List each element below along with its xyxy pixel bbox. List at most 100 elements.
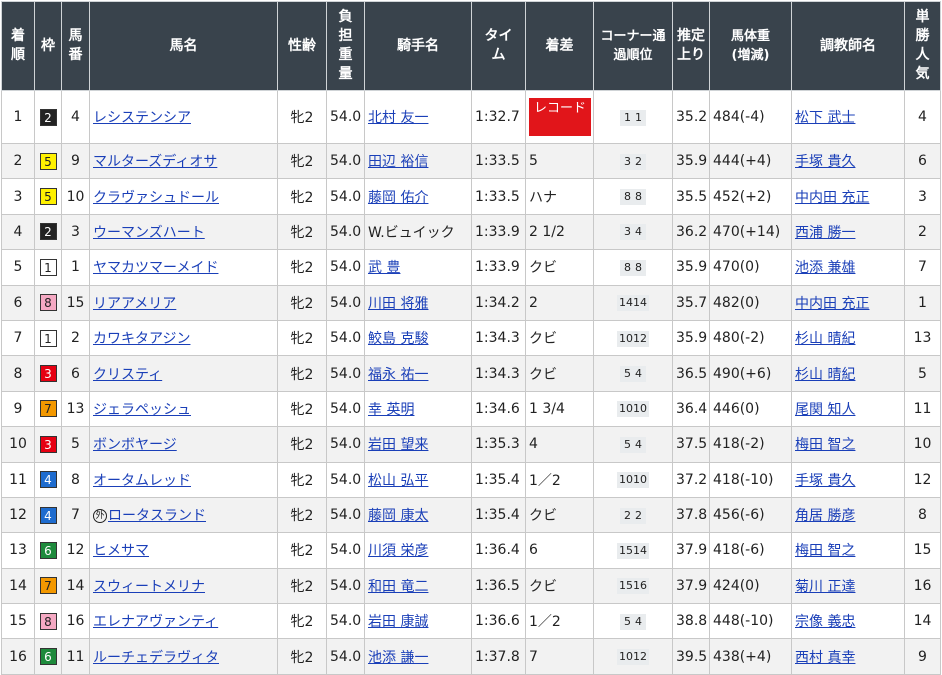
horse-name-link[interactable]: オータムレッド — [93, 473, 191, 489]
trainer-link[interactable]: 宗像 義忠 — [795, 614, 855, 630]
trainer-link[interactable]: 西浦 勝一 — [795, 225, 855, 241]
trainer-link[interactable]: 梅田 智之 — [795, 437, 855, 453]
corner-cell: 1514 — [593, 532, 673, 569]
last3f-cell: 35.9 — [672, 319, 710, 357]
sexage-cell: 牝2 — [277, 319, 327, 357]
trainer-link[interactable]: 手塚 貴久 — [795, 154, 855, 170]
sexage-cell: 牝2 — [277, 496, 327, 534]
corner-positions: 1012 — [617, 330, 649, 347]
time-cell: 1:34.6 — [471, 390, 526, 428]
horse-name-link[interactable]: ウーマンズハート — [93, 225, 205, 241]
waku-cell: 6 — [34, 532, 62, 569]
jockey-cell: 幸 英明 — [364, 390, 472, 428]
horse-name-link[interactable]: エレナアヴァンティ — [93, 614, 218, 630]
sexage-cell: 牝2 — [277, 213, 327, 251]
trainer-link[interactable]: 中内田 充正 — [795, 190, 869, 206]
jockey-link[interactable]: 田辺 裕信 — [368, 154, 428, 170]
trainer-link[interactable]: 菊川 正達 — [795, 579, 855, 595]
popularity-cell: 14 — [904, 603, 941, 640]
horse-cell: 外ロータスランド — [89, 496, 278, 534]
jockey-link[interactable]: 北村 友一 — [368, 110, 428, 126]
trainer-cell: 西村 真幸 — [791, 638, 905, 675]
horse-name-link[interactable]: ヒメサマ — [93, 543, 149, 559]
last3f-cell: 37.2 — [672, 461, 710, 498]
weight-cell: 54.0 — [326, 178, 365, 215]
trainer-link[interactable]: 杉山 晴紀 — [795, 331, 855, 347]
weight-cell: 54.0 — [326, 213, 365, 251]
trainer-link[interactable]: 中内田 充正 — [795, 296, 869, 312]
time-cell: 1:33.5 — [471, 142, 526, 180]
corner-cell: 32 — [593, 142, 673, 180]
weight-cell: 54.0 — [326, 603, 365, 640]
rank-cell: 11 — [1, 461, 35, 498]
trainer-link[interactable]: 尾関 知人 — [795, 402, 855, 418]
corner-cell: 11 — [593, 90, 673, 144]
waku-cell: 8 — [34, 284, 62, 321]
last3f-cell: 37.9 — [672, 567, 710, 605]
jockey-link[interactable]: 幸 英明 — [368, 402, 414, 418]
header-weight: 負担重量 — [326, 1, 365, 91]
corner-positions: 54 — [620, 366, 646, 383]
corner-cell: 1012 — [593, 638, 673, 675]
rank-cell: 14 — [1, 567, 35, 605]
weight-cell: 54.0 — [326, 90, 365, 144]
jockey-link[interactable]: 川田 将雅 — [368, 296, 428, 312]
trainer-link[interactable]: 西村 真幸 — [795, 650, 855, 666]
trainer-link[interactable]: 池添 兼雄 — [795, 260, 855, 276]
horse-name-link[interactable]: マルターズディオサ — [93, 154, 217, 170]
jockey-link[interactable]: 福永 祐一 — [368, 367, 428, 383]
horse-name-link[interactable]: レシステンシア — [93, 110, 191, 126]
jockey-link[interactable]: 岩田 望来 — [368, 437, 428, 453]
trainer-link[interactable]: 梅田 智之 — [795, 543, 855, 559]
waku-badge: 7 — [39, 577, 57, 595]
jockey-link[interactable]: 岩田 康誠 — [368, 614, 428, 630]
last3f-cell: 36.4 — [672, 390, 710, 428]
popularity-cell: 12 — [904, 461, 941, 498]
jockey-link[interactable]: 和田 竜二 — [368, 579, 428, 595]
weight-cell: 54.0 — [326, 532, 365, 569]
jockey-link[interactable]: 川須 栄彦 — [368, 543, 428, 559]
header-margin: 着差 — [525, 1, 594, 91]
jockey-link[interactable]: 松山 弘平 — [368, 473, 428, 489]
margin-cell: クビ — [525, 249, 594, 286]
jockey-link[interactable]: 武 豊 — [368, 260, 400, 276]
table-row: 8 3 6 クリスティ 牝2 54.0 福永 祐一 1:34.3 クビ 5 4 36.5 490(+6)… — [1, 355, 941, 392]
horse-name-link[interactable]: ボンボヤージ — [93, 437, 177, 453]
horse-name-link[interactable]: ヤマカツマーメイド — [93, 260, 218, 276]
corner-position: 3 — [624, 225, 631, 239]
rank-cell: 1 — [1, 90, 35, 144]
trainer-link[interactable]: 角居 勝彦 — [795, 508, 855, 524]
rank-cell: 10 — [1, 426, 35, 463]
trainer-link[interactable]: 松下 武士 — [795, 110, 855, 126]
popularity-cell: 7 — [904, 249, 941, 286]
horse-name-link[interactable]: クラヴァシュドール — [93, 190, 219, 206]
jockey-link[interactable]: 池添 謙一 — [368, 650, 428, 666]
horse-name-link[interactable]: リアアメリア — [93, 296, 176, 312]
corner-position: 1 — [635, 110, 642, 124]
horse-cell: リアアメリア — [89, 284, 278, 321]
header-rank: 着順 — [1, 1, 35, 91]
jockey-link[interactable]: 藤岡 佑介 — [368, 190, 428, 206]
margin-cell: 1／2 — [525, 603, 594, 640]
horse-name-link[interactable]: カワキタアジン — [93, 331, 190, 347]
trainer-cell: 角居 勝彦 — [791, 496, 905, 534]
weight-cell: 54.0 — [326, 249, 365, 286]
horse-name-link[interactable]: ジェラペッシュ — [93, 402, 191, 418]
corner-cell: 54 — [593, 426, 673, 463]
jockey-link[interactable]: 藤岡 康太 — [368, 508, 428, 524]
horse-name-link[interactable]: スウィートメリナ — [93, 579, 205, 595]
body-weight-cell: 424(0) — [709, 567, 792, 605]
table-row: 13 6 12 ヒメサマ 牝2 54.0 川須 栄彦 1:36.4 6 1514 37.9 418(-… — [1, 532, 941, 569]
rank-cell: 13 — [1, 532, 35, 569]
umaban-cell: 7 — [61, 496, 90, 534]
horse-name-link[interactable]: クリスティ — [93, 367, 162, 383]
horse-name-link[interactable]: ルーチェデラヴィタ — [93, 650, 219, 666]
last3f-cell: 37.8 — [672, 496, 710, 534]
horse-name-link[interactable]: ロータスランド — [108, 508, 206, 524]
popularity-cell: 10 — [904, 426, 941, 463]
trainer-link[interactable]: 杉山 晴紀 — [795, 367, 855, 383]
waku-badge: 5 — [39, 188, 57, 206]
umaban-cell: 2 — [61, 319, 90, 357]
trainer-link[interactable]: 手塚 貴久 — [795, 473, 855, 489]
jockey-link[interactable]: 鮫島 克駿 — [368, 331, 428, 347]
